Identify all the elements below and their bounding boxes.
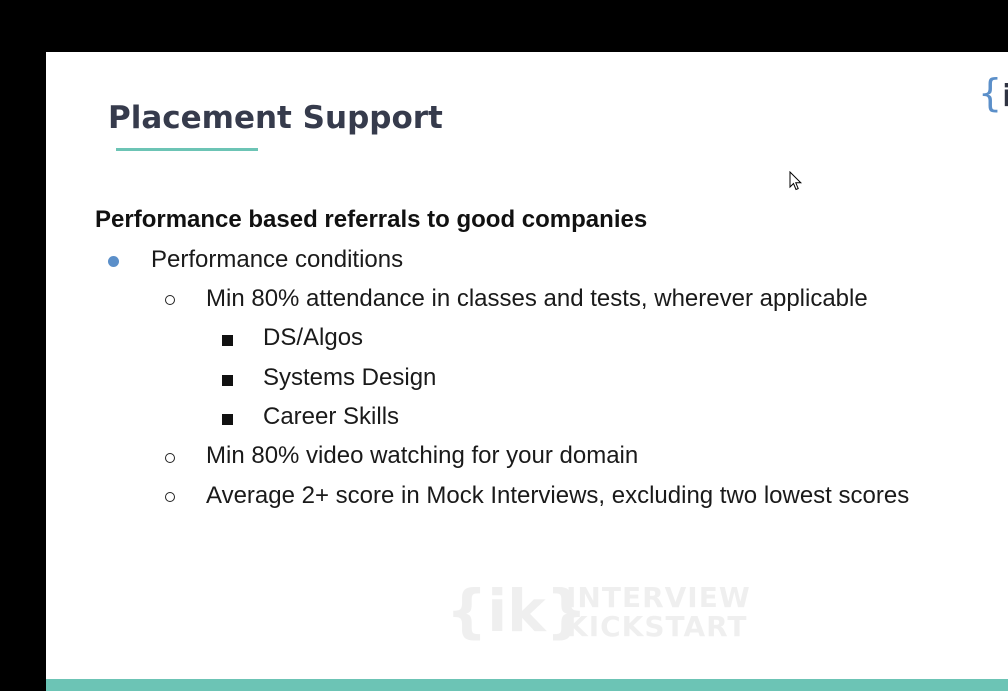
bullet-text: Systems Design [263, 364, 437, 391]
slide-heading: Performance based referrals to good comp… [95, 206, 648, 233]
hollow-circle-bullet-icon [165, 492, 175, 502]
bullet-systems-design: Systems Design [263, 363, 436, 393]
hollow-circle-bullet-icon [165, 453, 175, 463]
bullet-career-skills: Career Skills [263, 402, 399, 432]
bullet-text: Performance conditions [151, 246, 404, 273]
bullet-text: Average 2+ score in Mock Interviews, exc… [206, 482, 910, 509]
filled-circle-bullet-icon [108, 256, 119, 267]
slide-title: Placement Support [108, 100, 443, 136]
interview-kickstart-watermark: {ik} INTERVIEW KICKSTART [446, 579, 750, 649]
filled-square-bullet-icon [222, 335, 233, 346]
interview-kickstart-logo: {iK [978, 68, 1008, 118]
bullet-text: Min 80% video watching for your domain [206, 442, 639, 469]
bullet-mock-interviews: Average 2+ score in Mock Interviews, exc… [206, 481, 909, 511]
bullet-attendance: Min 80% attendance in classes and tests,… [206, 284, 868, 314]
bullet-performance-conditions: Performance conditions [151, 245, 403, 275]
bullet-video-watching: Min 80% video watching for your domain [206, 441, 638, 471]
bullet-text: DS/Algos [263, 324, 364, 351]
bullet-text: Min 80% attendance in classes and tests,… [206, 285, 868, 312]
filled-square-bullet-icon [222, 375, 233, 386]
presentation-slide: {iK Placement Support Performance based … [46, 52, 1008, 691]
logo-brace: { [978, 71, 1003, 115]
watermark-line-2: KICKSTART [566, 610, 748, 643]
bullet-ds-algos: DS/Algos [263, 323, 363, 353]
mouse-pointer-icon [789, 171, 803, 191]
slide-footer-bar [46, 679, 1008, 691]
filled-square-bullet-icon [222, 414, 233, 425]
logo-letters: iK [1002, 79, 1008, 114]
hollow-circle-bullet-icon [165, 295, 175, 305]
watermark-line-1: INTERVIEW [566, 581, 751, 614]
title-underline [116, 148, 258, 151]
bullet-text: Career Skills [263, 403, 400, 430]
